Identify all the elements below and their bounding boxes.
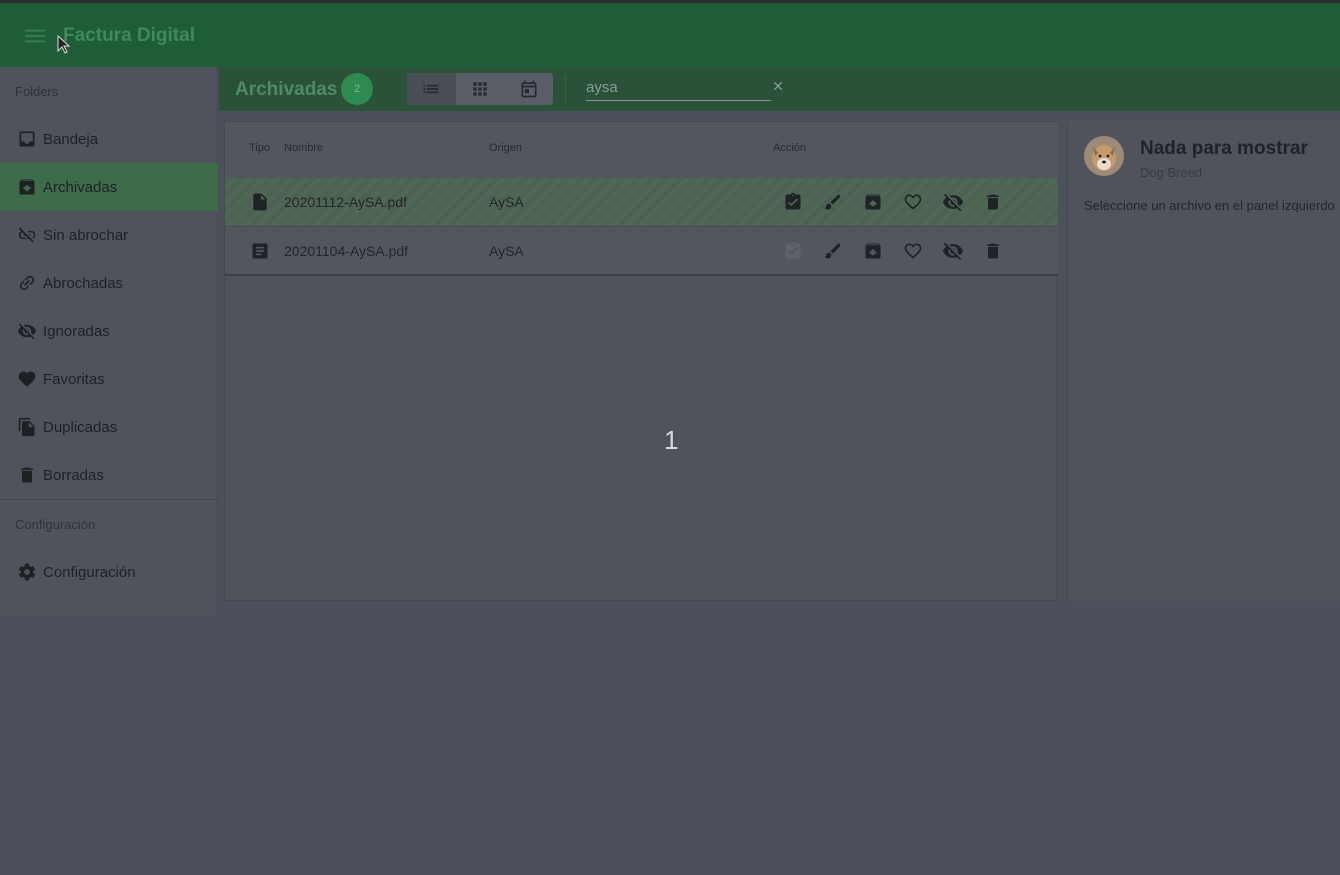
sidebar-item-configuracion[interactable]: Configuración (0, 548, 218, 596)
app-bar: Factura Digital (0, 3, 1340, 67)
link-icon (16, 272, 38, 294)
brush-icon[interactable] (820, 238, 846, 264)
unarchive-icon[interactable] (860, 189, 886, 215)
sidebar-item-label: Duplicadas (43, 418, 118, 436)
mouse-cursor-icon (57, 35, 71, 54)
detail-panel: Nada para mostrar Dog Breed Seleccione u… (1067, 121, 1340, 601)
section-label-configuracion: Configuración (15, 517, 96, 532)
file-icon (253, 193, 267, 211)
sidebar-item-label: Ignoradas (43, 322, 110, 340)
calendar-view-icon (521, 80, 537, 98)
unarchive-icon[interactable] (860, 238, 886, 264)
list-bottom-shadow (225, 274, 1058, 276)
copy-icon (16, 416, 38, 438)
detail-title: Nada para mostrar (1140, 138, 1308, 159)
folder-title: Archivadas (235, 79, 338, 100)
list-view-button[interactable] (407, 73, 456, 105)
heart-outline-icon[interactable] (900, 238, 926, 264)
app-title: Factura Digital (63, 25, 195, 46)
count-badge: 2 (341, 73, 373, 105)
table-header: Tipo Nombre Origen Acción (225, 122, 1058, 178)
archive-icon (16, 176, 38, 198)
section-label-folders: Folders (15, 84, 59, 99)
file-origin: AySA (489, 243, 524, 259)
sidebar-item-label: Sin abrochar (43, 226, 129, 244)
inbox-icon (16, 128, 38, 150)
sidebar-item-label: Bandeja (43, 130, 99, 148)
sidebar-item-label: Borradas (43, 466, 104, 484)
detail-subtitle: Dog Breed (1140, 165, 1203, 180)
trash-icon[interactable] (980, 189, 1006, 215)
sidebar-item-sin-abrochar[interactable]: Sin abrochar (0, 211, 218, 259)
trash-icon[interactable] (980, 238, 1006, 264)
file-name: 20201112-AySA.pdf (284, 194, 407, 210)
sidebar-item-borradas[interactable]: Borradas (0, 451, 218, 499)
column-header-nombre[interactable]: Nombre (284, 142, 323, 154)
heart-icon (16, 368, 38, 390)
file-list-panel: Tipo Nombre Origen Acción 20201112-AySA.… (224, 121, 1058, 601)
gear-icon (16, 561, 38, 583)
check-clipboard-icon[interactable] (780, 189, 806, 215)
grid-view-button[interactable] (456, 73, 505, 105)
column-header-tipo[interactable]: Tipo (249, 142, 270, 154)
sidebar-item-label: Configuración (43, 563, 136, 581)
avatar (1084, 136, 1124, 176)
eye-off-icon (16, 320, 38, 342)
trash-icon (16, 464, 38, 486)
column-header-accion: Acción (773, 142, 807, 154)
sidebar-item-duplicadas[interactable]: Duplicadas (0, 403, 218, 451)
eye-off-icon[interactable] (940, 238, 966, 264)
file-origin: AySA (489, 194, 524, 210)
calendar-view-button[interactable] (504, 73, 553, 105)
grid-view-icon (473, 82, 487, 96)
table-row[interactable]: 20201104-AySA.pdf AySA (225, 226, 1058, 274)
sidebar-item-label: Archivadas (43, 178, 118, 196)
detail-message: Seleccione un archivo en el panel izquie… (1084, 198, 1335, 213)
file-name: 20201104-AySA.pdf (284, 243, 409, 259)
menu-icon[interactable] (22, 23, 48, 49)
check-clipboard-icon[interactable] (780, 238, 806, 264)
sidebar-item-archivadas[interactable]: Archivadas (0, 163, 218, 211)
column-header-origen[interactable]: Origen (489, 142, 522, 154)
overlay-step-number: 1 (664, 425, 679, 455)
sidebar-item-ignoradas[interactable]: Ignoradas (0, 307, 218, 355)
table-row[interactable]: 20201112-AySA.pdf AySA (225, 178, 1058, 226)
folder-toolbar: Archivadas 2 (219, 67, 1340, 111)
list-view-icon (423, 84, 439, 94)
brush-icon[interactable] (820, 189, 846, 215)
document-lines-icon (252, 243, 268, 259)
sidebar-item-label: Favoritas (43, 370, 105, 388)
link-off-icon (16, 224, 38, 246)
view-toggle (407, 73, 553, 105)
search-input[interactable] (586, 75, 771, 101)
sidebar-item-label: Abrochadas (43, 274, 124, 292)
sidebar-item-bandeja[interactable]: Bandeja (0, 115, 218, 163)
heart-outline-icon[interactable] (900, 189, 926, 215)
sidebar: Folders Bandeja Archivadas Sin abrochar … (0, 67, 218, 615)
sidebar-item-abrochadas[interactable]: Abrochadas (0, 259, 218, 307)
sidebar-item-favoritas[interactable]: Favoritas (0, 355, 218, 403)
close-icon[interactable] (771, 79, 785, 93)
sidebar-divider (0, 499, 218, 500)
eye-off-icon[interactable] (940, 189, 966, 215)
toolbar-separator (565, 75, 566, 103)
